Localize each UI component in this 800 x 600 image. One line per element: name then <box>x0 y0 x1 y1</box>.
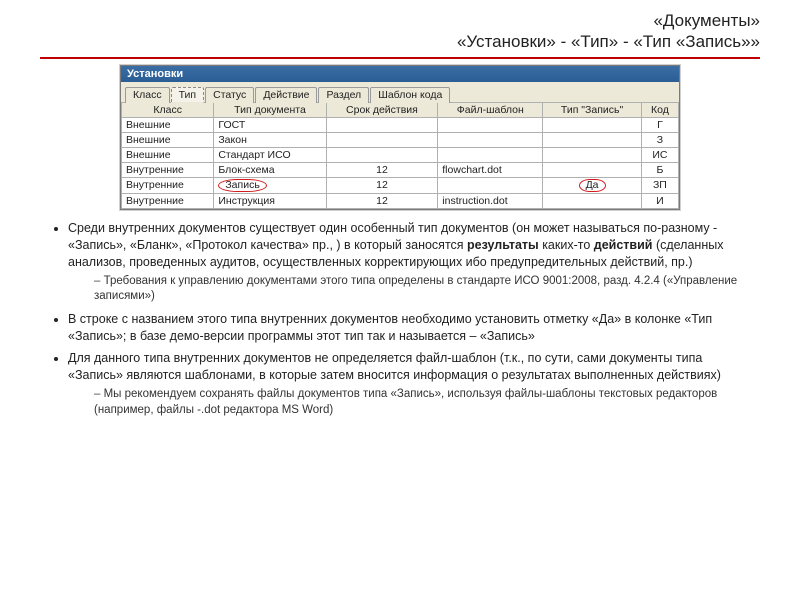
cell[interactable]: ИС <box>641 147 678 162</box>
settings-grid: КлассТип документаСрок действияФайл-шабл… <box>121 102 679 210</box>
header-line-2: «Установки» - «Тип» - «Тип «Запись»» <box>40 31 760 52</box>
header-line-1: «Документы» <box>40 10 760 31</box>
column-header[interactable]: Тип "Запись" <box>543 102 642 117</box>
tab-тип[interactable]: Тип <box>171 87 205 103</box>
bullet-1-sub: Требования к управлению документами этог… <box>94 274 760 305</box>
cell[interactable] <box>543 147 642 162</box>
cell[interactable]: 12 <box>326 194 438 209</box>
table-row[interactable]: ВнешниеСтандарт ИСО ИС <box>122 147 679 162</box>
cell[interactable] <box>438 177 543 194</box>
cell[interactable] <box>326 147 438 162</box>
table-row[interactable]: ВнутренниеИнструкция12instruction.dot И <box>122 194 679 209</box>
tab-шаблон кода[interactable]: Шаблон кода <box>370 87 450 103</box>
cell[interactable]: Стандарт ИСО <box>214 147 326 162</box>
cell[interactable]: И <box>641 194 678 209</box>
cell[interactable]: Блок-схема <box>214 162 326 177</box>
grid-header-row: КлассТип документаСрок действияФайл-шабл… <box>122 102 679 117</box>
cell[interactable]: Внутренние <box>122 177 214 194</box>
window-titlebar: Установки <box>121 66 679 82</box>
tab-раздел[interactable]: Раздел <box>318 87 369 103</box>
tab-статус[interactable]: Статус <box>205 87 254 103</box>
cell[interactable]: Да <box>543 177 642 194</box>
column-header[interactable]: Срок действия <box>326 102 438 117</box>
cell[interactable] <box>543 194 642 209</box>
cell[interactable]: ЗП <box>641 177 678 194</box>
tab-bar: КлассТипСтатусДействиеРазделШаблон кода <box>121 82 679 102</box>
cell[interactable]: Б <box>641 162 678 177</box>
column-header[interactable]: Файл-шаблон <box>438 102 543 117</box>
cell[interactable]: instruction.dot <box>438 194 543 209</box>
window-title: Установки <box>127 68 183 80</box>
cell[interactable]: Внутренние <box>122 194 214 209</box>
highlight-circle: Да <box>579 179 606 193</box>
highlight-circle: Запись <box>218 179 266 193</box>
cell[interactable]: Внешние <box>122 132 214 147</box>
cell[interactable] <box>543 132 642 147</box>
page-header: «Документы» «Установки» - «Тип» - «Тип «… <box>40 10 760 59</box>
cell[interactable]: ГОСТ <box>214 117 326 132</box>
tab-класс[interactable]: Класс <box>125 87 170 103</box>
cell[interactable]: flowchart.dot <box>438 162 543 177</box>
bullet-3-sub: Мы рекомендуем сохранять файлы документо… <box>94 387 760 418</box>
tab-действие[interactable]: Действие <box>255 87 317 103</box>
cell[interactable]: Внутренние <box>122 162 214 177</box>
cell[interactable] <box>326 117 438 132</box>
cell[interactable] <box>438 117 543 132</box>
bullet-1: Среди внутренних документов существует о… <box>68 220 760 305</box>
bullet-3: Для данного типа внутренних документов н… <box>68 350 760 418</box>
cell[interactable] <box>543 117 642 132</box>
cell[interactable] <box>543 162 642 177</box>
cell[interactable]: Закон <box>214 132 326 147</box>
cell[interactable]: Внешние <box>122 117 214 132</box>
table-row[interactable]: ВнешниеГОСТ Г <box>122 117 679 132</box>
bullet-2: В строке с названием этого типа внутренн… <box>68 311 760 345</box>
column-header[interactable]: Тип документа <box>214 102 326 117</box>
cell[interactable]: З <box>641 132 678 147</box>
body-text: Среди внутренних документов существует о… <box>40 220 760 418</box>
cell[interactable]: 12 <box>326 177 438 194</box>
cell[interactable] <box>438 147 543 162</box>
cell[interactable]: Инструкция <box>214 194 326 209</box>
column-header[interactable]: Класс <box>122 102 214 117</box>
cell[interactable] <box>438 132 543 147</box>
cell[interactable]: Запись <box>214 177 326 194</box>
table-row[interactable]: ВнутренниеБлок-схема12flowchart.dot Б <box>122 162 679 177</box>
cell[interactable] <box>326 132 438 147</box>
settings-window: Установки КлассТипСтатусДействиеРазделШа… <box>120 65 680 211</box>
cell[interactable]: 12 <box>326 162 438 177</box>
cell[interactable]: Г <box>641 117 678 132</box>
table-row[interactable]: ВнешниеЗакон З <box>122 132 679 147</box>
column-header[interactable]: Код <box>641 102 678 117</box>
table-row[interactable]: Внутренние Запись 12 Да ЗП <box>122 177 679 194</box>
cell[interactable]: Внешние <box>122 147 214 162</box>
